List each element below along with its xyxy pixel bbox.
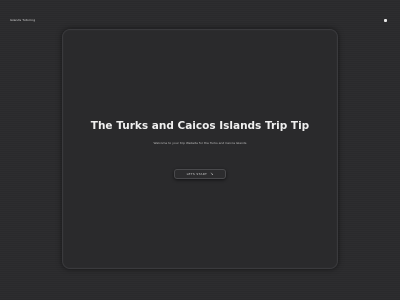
arrow-down-icon: ↘ (210, 171, 214, 176)
lets-start-button[interactable]: LETS START ↘ (174, 169, 226, 179)
page-title: The Turks and Caicos Islands Trip Tip (90, 120, 310, 132)
page: Islands Tutoring The Turks and Caicos Is… (0, 0, 400, 300)
lets-start-label: LETS START (186, 172, 208, 176)
page-subtitle: Welcome to your trip Website for the Tur… (153, 141, 247, 145)
hero-card (62, 29, 338, 269)
brand-name[interactable]: Islands Tutoring (10, 18, 35, 22)
menu-icon[interactable] (384, 19, 387, 22)
